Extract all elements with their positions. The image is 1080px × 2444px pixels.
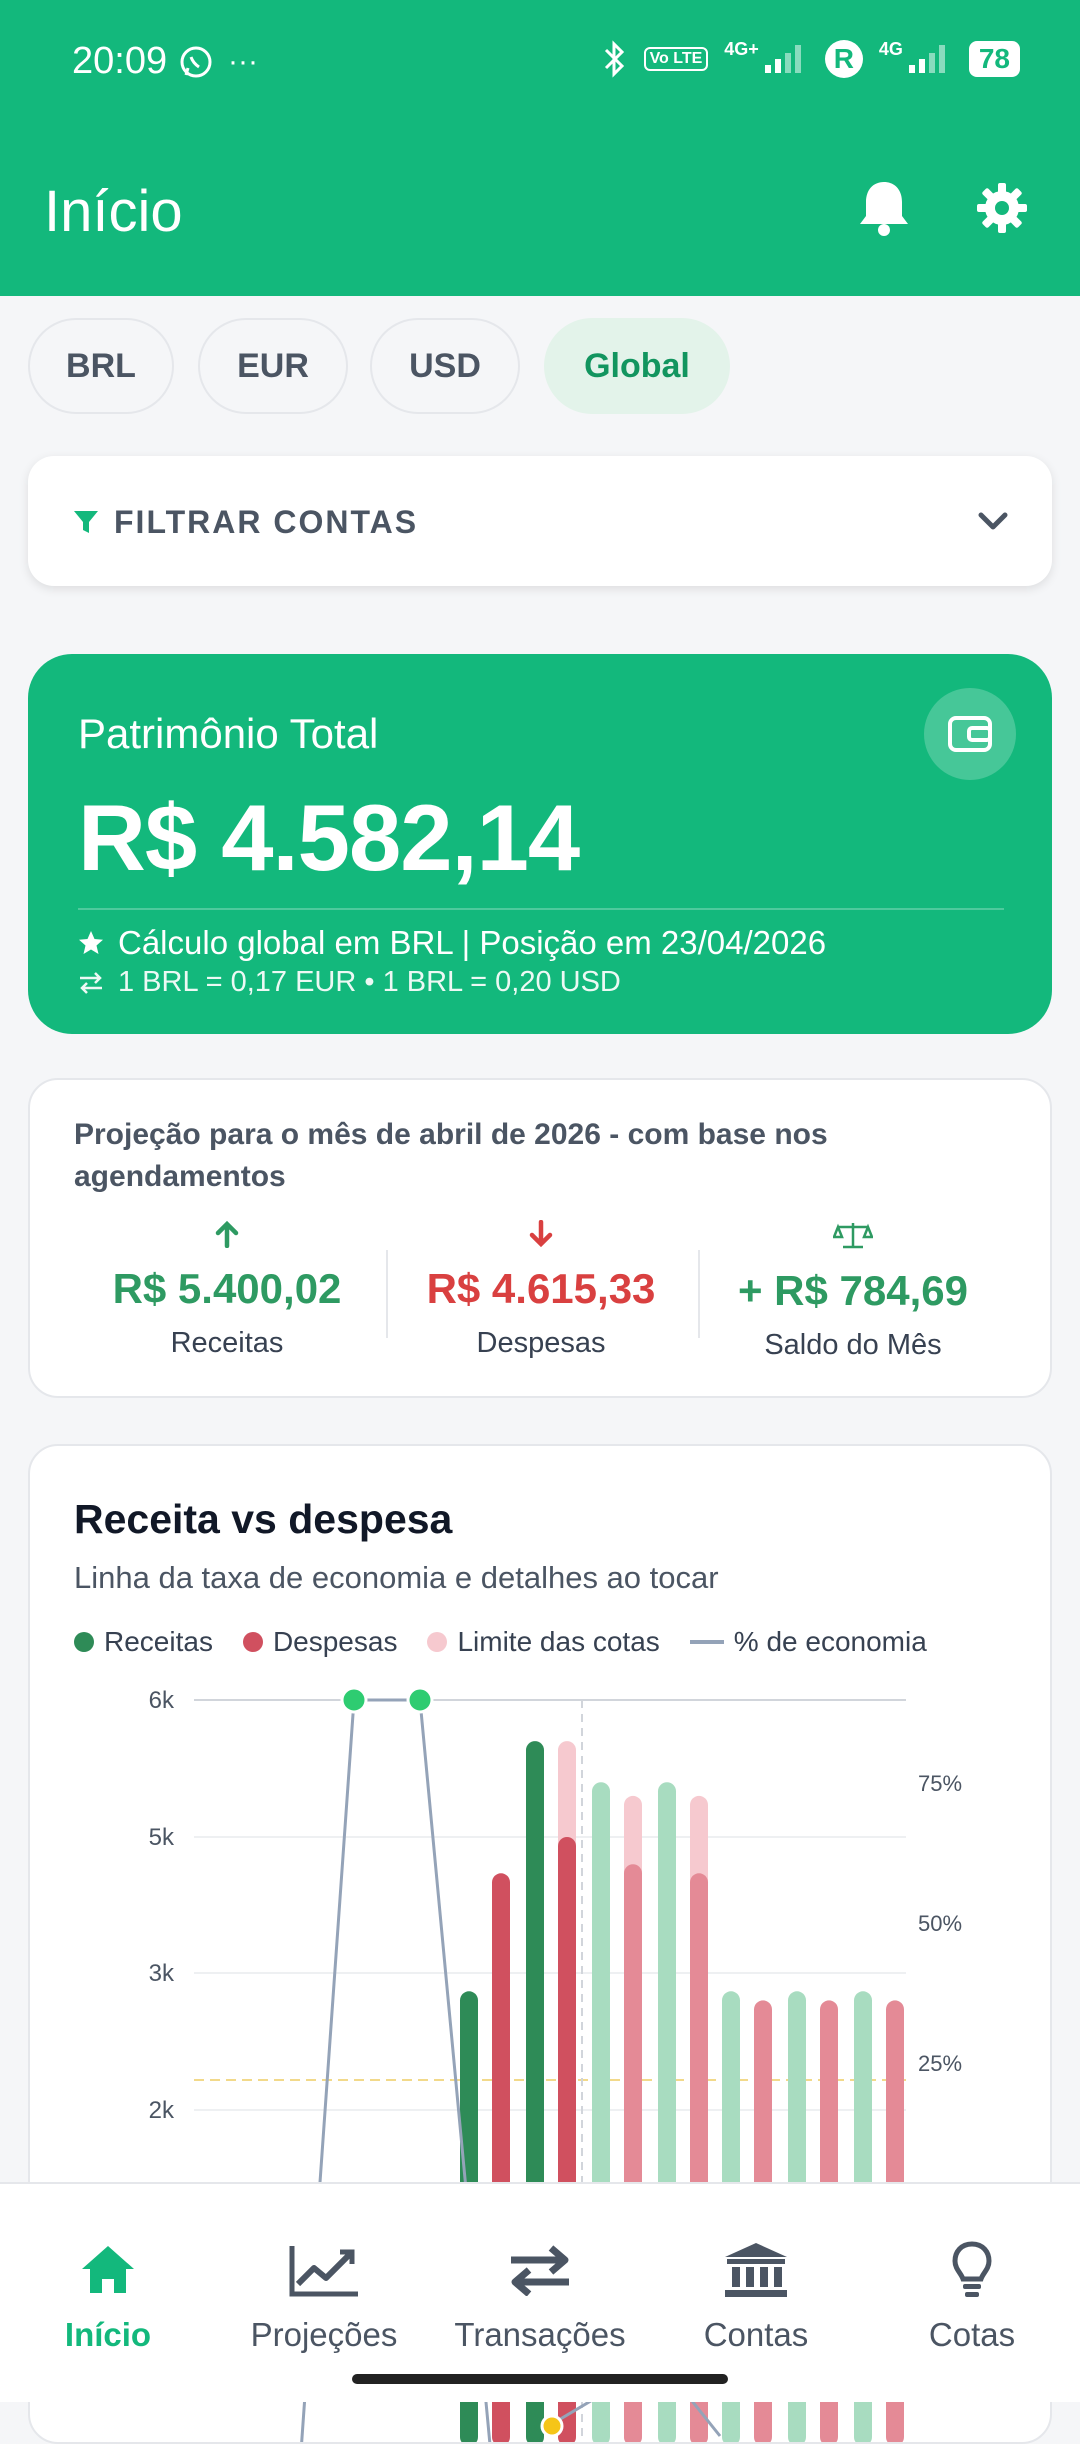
- net-worth-label: Patrimônio Total: [78, 710, 379, 757]
- bottom-navigation: Início Projeções Transações Contas Cotas: [0, 2182, 1080, 2402]
- nav-projections[interactable]: Projeções: [216, 2238, 432, 2354]
- bluetooth-icon: [604, 40, 624, 78]
- projection-card: Projeção para o mês de abril de 2026 - c…: [28, 1078, 1052, 1398]
- legend-savings-swatch: [689, 1640, 724, 1644]
- nav-home[interactable]: Início: [0, 2238, 216, 2354]
- nav-home-label: Início: [64, 2316, 152, 2353]
- rates-text: 1 BRL = 0,17 EUR • 1 BRL = 0,20 USD: [118, 966, 621, 998]
- legend-savings-label: % de economia: [733, 1626, 927, 1657]
- savings-point: [340, 1686, 368, 1714]
- legend-income-swatch: [74, 1632, 94, 1652]
- y2-tick-label: 75%: [918, 1771, 962, 1796]
- notifications-button[interactable]: [852, 176, 916, 240]
- wallet-button[interactable]: [924, 688, 1016, 780]
- nav-quotas[interactable]: Cotas: [864, 2238, 1080, 2354]
- projection-title: Projeção para o mês de abril de 2026 - c…: [74, 1118, 828, 1193]
- home-indicator: [352, 2374, 728, 2384]
- bell-icon: [860, 182, 908, 236]
- scale-icon: [832, 1223, 874, 1249]
- nav-projections-label: Projeções: [250, 2316, 398, 2353]
- roaming-icon: R: [824, 40, 863, 78]
- settings-button[interactable]: [970, 176, 1034, 240]
- income-label: Receitas: [170, 1327, 284, 1359]
- chip-brl[interactable]: BRL: [28, 318, 174, 414]
- arrow-up-icon: [215, 1220, 239, 1249]
- filter-label: FILTRAR CONTAS: [114, 504, 419, 540]
- expense-label: Despesas: [476, 1327, 606, 1359]
- nav-transactions-label: Transações: [454, 2316, 626, 2353]
- legend-income: Receitas: [74, 1626, 213, 1658]
- projection-expense: R$ 4.615,33 Despesas: [386, 1219, 696, 1360]
- volte-icon: Vo LTE: [643, 47, 709, 71]
- legend-expense: Despesas: [242, 1626, 398, 1658]
- network-label-1: 4G+: [724, 38, 759, 59]
- chart-line-icon: [289, 2246, 358, 2297]
- chip-global[interactable]: Global: [544, 318, 730, 414]
- net-worth-card: Patrimônio Total R$ 4.582,14 Cálculo glo…: [28, 654, 1052, 1034]
- battery-icon: 78: [968, 41, 1020, 77]
- net-worth-value: R$ 4.582,14: [78, 785, 580, 890]
- balance-label: Saldo do Mês: [764, 1329, 942, 1361]
- status-left-icons: ···: [178, 44, 258, 80]
- lightbulb-icon: [952, 2241, 992, 2297]
- legend-income-label: Receitas: [104, 1626, 213, 1657]
- nav-accounts-label: Contas: [703, 2316, 809, 2353]
- legend-limit: Limite das cotas: [427, 1626, 660, 1658]
- y-tick-label: 5k: [149, 1824, 175, 1851]
- chart-legend: Receitas Despesas Limite das cotas % de …: [74, 1626, 927, 1658]
- chart-subtitle: Linha da taxa de economia e detalhes ao …: [74, 1560, 719, 1595]
- y-tick-label: 2k: [149, 2097, 175, 2124]
- app-header: 20:09 ··· Vo LTE 4G+ R 4G 78 Início: [0, 0, 1080, 296]
- legend-savings: % de economia: [689, 1626, 927, 1658]
- y2-tick-label: 50%: [918, 1911, 962, 1936]
- current-point: [540, 2414, 564, 2438]
- rates-row: 1 BRL = 0,17 EUR • 1 BRL = 0,20 USD: [78, 966, 621, 999]
- chip-eur[interactable]: EUR: [198, 318, 348, 414]
- chip-usd[interactable]: USD: [370, 318, 520, 414]
- wallet-icon: [948, 716, 992, 752]
- calc-info-row: Cálculo global em BRL | Posição em 23/04…: [78, 924, 826, 962]
- status-time: 20:09: [72, 40, 168, 82]
- signal-icon-2: [908, 45, 945, 73]
- y-tick-label: 6k: [149, 1687, 175, 1714]
- legend-limit-label: Limite das cotas: [457, 1626, 660, 1657]
- filter-accounts-dropdown[interactable]: FILTRAR CONTAS: [28, 456, 1052, 586]
- legend-limit-swatch: [427, 1632, 448, 1652]
- whatsapp-icon: [180, 46, 212, 78]
- status-right-icons: Vo LTE 4G+ R 4G 78: [602, 38, 1020, 78]
- income-value: R$ 5.400,02: [112, 1265, 342, 1312]
- star-icon: [79, 931, 103, 954]
- legend-expense-label: Despesas: [272, 1626, 398, 1657]
- expense-value: R$ 4.615,33: [426, 1265, 656, 1312]
- chevron-down-icon: [978, 512, 1008, 530]
- balance-value: + R$ 784,69: [737, 1267, 968, 1314]
- gear-icon: [977, 183, 1027, 233]
- nav-accounts[interactable]: Contas: [648, 2238, 864, 2354]
- projection-balance: + R$ 784,69 Saldo do Mês: [698, 1220, 1008, 1362]
- arrow-down-icon: [529, 1219, 553, 1248]
- y-tick-label: 3k: [149, 1960, 175, 1987]
- network-label-2: 4G: [878, 38, 903, 59]
- filter-icon: [74, 511, 98, 533]
- nav-quotas-label: Cotas: [928, 2316, 1016, 2353]
- calc-info-text: Cálculo global em BRL | Posição em 23/04…: [118, 924, 827, 961]
- page-title: Início: [44, 179, 183, 244]
- more-dots-icon: ···: [228, 45, 258, 78]
- exchange-icon: [511, 2245, 569, 2296]
- divider: [78, 908, 1004, 910]
- exchange-small-icon: [80, 971, 102, 994]
- bank-icon: [725, 2243, 787, 2297]
- nav-transactions[interactable]: Transações: [432, 2238, 648, 2354]
- y2-tick-label: 25%: [918, 2051, 962, 2076]
- savings-point: [406, 1686, 434, 1714]
- home-icon: [82, 2246, 134, 2293]
- projection-income: R$ 5.400,02 Receitas: [72, 1220, 382, 1360]
- legend-expense-swatch: [242, 1632, 263, 1652]
- chart-title: Receita vs despesa: [74, 1496, 453, 1542]
- signal-icon: [764, 45, 801, 73]
